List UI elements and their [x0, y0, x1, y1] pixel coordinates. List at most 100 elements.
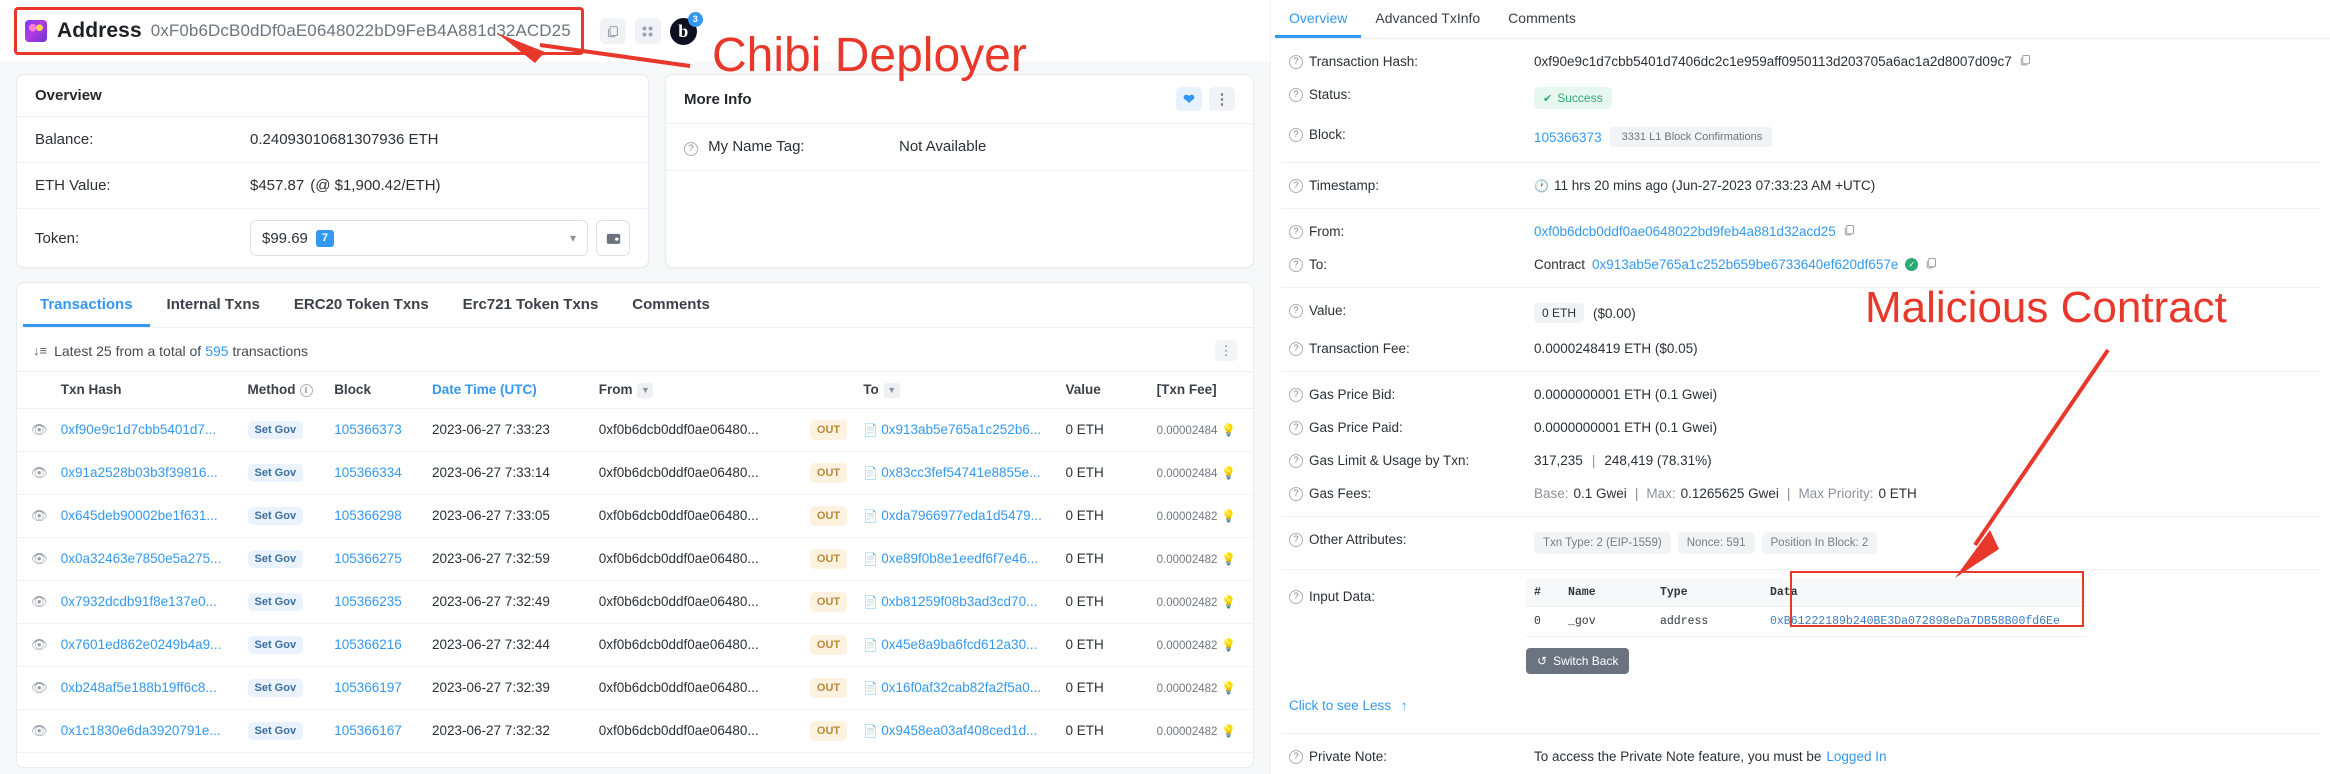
token-dropdown[interactable]: $99.69 7 ▾	[250, 220, 588, 256]
eye-icon[interactable]: 👁	[31, 465, 48, 480]
gas-price-bid-value: 0.0000000001 ETH (0.1 Gwei)	[1534, 387, 2320, 402]
table-row[interactable]: 👁 0x645deb90002be1f631... Set Gov 105366…	[17, 494, 1253, 537]
help-icon[interactable]: ?	[1289, 225, 1303, 239]
gas-fees-row: ? Gas Fees: Base: 0.1 Gwei | Max: 0.1265…	[1281, 477, 2320, 510]
block-link[interactable]: 105366167	[334, 723, 402, 738]
table-row[interactable]: 👁 0x1c1830e6da3920791e... Set Gov 105366…	[17, 709, 1253, 752]
txn-hash-link[interactable]: 0x645deb90002be1f631...	[61, 508, 218, 523]
to-address-link[interactable]: 0xb81259f08b3ad3cd70...	[881, 594, 1037, 609]
eth-value-rate: (@ $1,900.42/ETH)	[310, 177, 440, 194]
qr-code-icon[interactable]	[635, 18, 661, 44]
heart-icon[interactable]: ❤	[1176, 87, 1202, 111]
input-data-address[interactable]: 0xB61222189b240BE3Da072898eDa7DB58B00fd6…	[1762, 607, 2086, 637]
copy-icon[interactable]	[1925, 257, 1937, 272]
method-badge: Set Gov	[248, 421, 304, 439]
tab-erc721-token-txns[interactable]: Erc721 Token Txns	[446, 283, 616, 327]
logged-in-link[interactable]: Logged In	[1826, 749, 1886, 764]
help-icon[interactable]: ?	[1289, 342, 1303, 356]
eye-icon[interactable]: 👁	[31, 680, 48, 695]
help-icon[interactable]: ?	[1289, 55, 1303, 69]
latest-total-count[interactable]: 595	[205, 343, 228, 359]
help-icon[interactable]: ?	[1289, 750, 1303, 764]
table-row[interactable]: 👁 0x7601ed862e0249b4a9... Set Gov 105366…	[17, 623, 1253, 666]
block-number-link[interactable]: 105366373	[1534, 130, 1602, 145]
help-icon[interactable]: ?	[1289, 388, 1303, 402]
copy-icon[interactable]	[1843, 224, 1855, 239]
to-address-link[interactable]: 0x9458ea03af408ced1d...	[881, 723, 1037, 738]
filter-icon[interactable]: ▼	[637, 383, 653, 398]
txn-hash-link[interactable]: 0x1c1830e6da3920791e...	[61, 723, 221, 738]
eye-icon[interactable]: 👁	[31, 637, 48, 652]
to-contract-prefix: Contract	[1534, 257, 1585, 272]
from-address: 0xf0b6dcb0ddf0ae06480...	[593, 623, 804, 666]
help-icon[interactable]: ?	[1289, 88, 1303, 102]
txn-hash-link[interactable]: 0x0a32463e7850e5a275...	[61, 551, 222, 566]
tab-advanced-txinfo[interactable]: Advanced TxInfo	[1361, 0, 1494, 38]
blockscan-chat-icon[interactable]: b 3	[670, 18, 697, 45]
to-address-link[interactable]: 0xda7966977eda1d5479...	[881, 508, 1042, 523]
info-icon[interactable]: i	[300, 384, 313, 397]
tab-transactions[interactable]: Transactions	[23, 283, 150, 327]
from-address-link[interactable]: 0xf0b6dcb0ddf0ae0648022bd9feb4a881d32acd…	[1534, 224, 1836, 239]
address-value: 0xF0b6DcB0dDf0aE0648022bD9FeB4A881d32ACD…	[151, 21, 571, 41]
value-amount: 0 ETH	[1060, 580, 1151, 623]
to-address-link[interactable]: 0xe89f0b8e1eedf6f7e46...	[881, 551, 1038, 566]
tab-internal-txns[interactable]: Internal Txns	[150, 283, 277, 327]
eye-icon[interactable]: 👁	[31, 551, 48, 566]
block-link[interactable]: 105366197	[334, 680, 402, 695]
to-address-link[interactable]: 0x45e8a9ba6fcd612a30...	[881, 637, 1037, 652]
help-icon[interactable]: ?	[1289, 258, 1303, 272]
eye-icon[interactable]: 👁	[31, 723, 48, 738]
table-row[interactable]: 👁 0xb248af5e188b19ff6c8... Set Gov 10536…	[17, 666, 1253, 709]
eye-icon[interactable]: 👁	[31, 594, 48, 609]
gas-max-value: 0.1265625 Gwei	[1681, 486, 1779, 501]
eye-icon[interactable]: 👁	[31, 422, 48, 437]
to-address-link[interactable]: 0x83cc3fef54741e8855e...	[881, 465, 1040, 480]
block-link[interactable]: 105366216	[334, 637, 402, 652]
sort-descending-icon[interactable]: ↓≡	[33, 343, 47, 358]
table-row[interactable]: 👁 0x91a2528b03b3f39816... Set Gov 105366…	[17, 451, 1253, 494]
copy-icon[interactable]	[2019, 54, 2031, 69]
vertical-dots-icon[interactable]: ⋮	[1215, 340, 1237, 361]
from-address: 0xf0b6dcb0ddf0ae06480...	[593, 709, 804, 752]
to-address-link[interactable]: 0x913ab5e765a1c252b6...	[881, 422, 1041, 437]
table-row[interactable]: 👁 0x0a32463e7850e5a275... Set Gov 105366…	[17, 537, 1253, 580]
help-icon[interactable]: ?	[1289, 128, 1303, 142]
tab-overview[interactable]: Overview	[1275, 0, 1361, 38]
txn-hash-link[interactable]: 0xf90e9c1d7cbb5401d7...	[61, 422, 216, 437]
to-address-link[interactable]: 0x913ab5e765a1c252b659be6733640ef620df65…	[1592, 257, 1898, 272]
help-icon[interactable]: ?	[1289, 421, 1303, 435]
tab-comments[interactable]: Comments	[615, 283, 727, 327]
wallet-icon[interactable]	[596, 220, 630, 256]
block-link[interactable]: 105366373	[334, 422, 402, 437]
help-icon[interactable]: ?	[1289, 304, 1303, 318]
txn-hash-link[interactable]: 0x7932dcdb91f8e137e0...	[61, 594, 217, 609]
tab-comments[interactable]: Comments	[1494, 0, 1590, 38]
table-row[interactable]: 👁 0x7932dcdb91f8e137e0... Set Gov 105366…	[17, 580, 1253, 623]
help-icon[interactable]: ?	[1289, 590, 1303, 604]
block-link[interactable]: 105366298	[334, 508, 402, 523]
to-address-link[interactable]: 0x16f0af32cab82fa2f5a0...	[881, 680, 1041, 695]
block-link[interactable]: 105366275	[334, 551, 402, 566]
copy-icon[interactable]	[600, 18, 626, 44]
help-icon[interactable]: ?	[1289, 454, 1303, 468]
arrow-up-icon: ↑	[1401, 698, 1408, 713]
vertical-dots-icon[interactable]: ⋮	[1209, 87, 1235, 111]
txn-hash-link[interactable]: 0x7601ed862e0249b4a9...	[61, 637, 222, 652]
table-row[interactable]: 👁 0xf90e9c1d7cbb5401d7... Set Gov 105366…	[17, 408, 1253, 451]
col-date-time[interactable]: Date Time (UTC)	[426, 372, 593, 409]
block-link[interactable]: 105366235	[334, 594, 402, 609]
help-icon[interactable]: ?	[1289, 179, 1303, 193]
filter-icon[interactable]: ▼	[884, 383, 900, 398]
txn-hash-link[interactable]: 0x91a2528b03b3f39816...	[61, 465, 218, 480]
eye-icon[interactable]: 👁	[31, 508, 48, 523]
help-icon[interactable]: ?	[1289, 533, 1303, 547]
help-icon[interactable]: ?	[1289, 487, 1303, 501]
tab-erc20-token-txns[interactable]: ERC20 Token Txns	[277, 283, 446, 327]
block-link[interactable]: 105366334	[334, 465, 402, 480]
col-txn-hash: Txn Hash	[55, 372, 242, 409]
switch-back-button[interactable]: ↺ Switch Back	[1526, 648, 1629, 674]
txn-hash-link[interactable]: 0xb248af5e188b19ff6c8...	[61, 680, 217, 695]
help-icon[interactable]: ?	[684, 142, 698, 156]
see-less-toggle[interactable]: Click to see Less ↑	[1281, 692, 2320, 713]
